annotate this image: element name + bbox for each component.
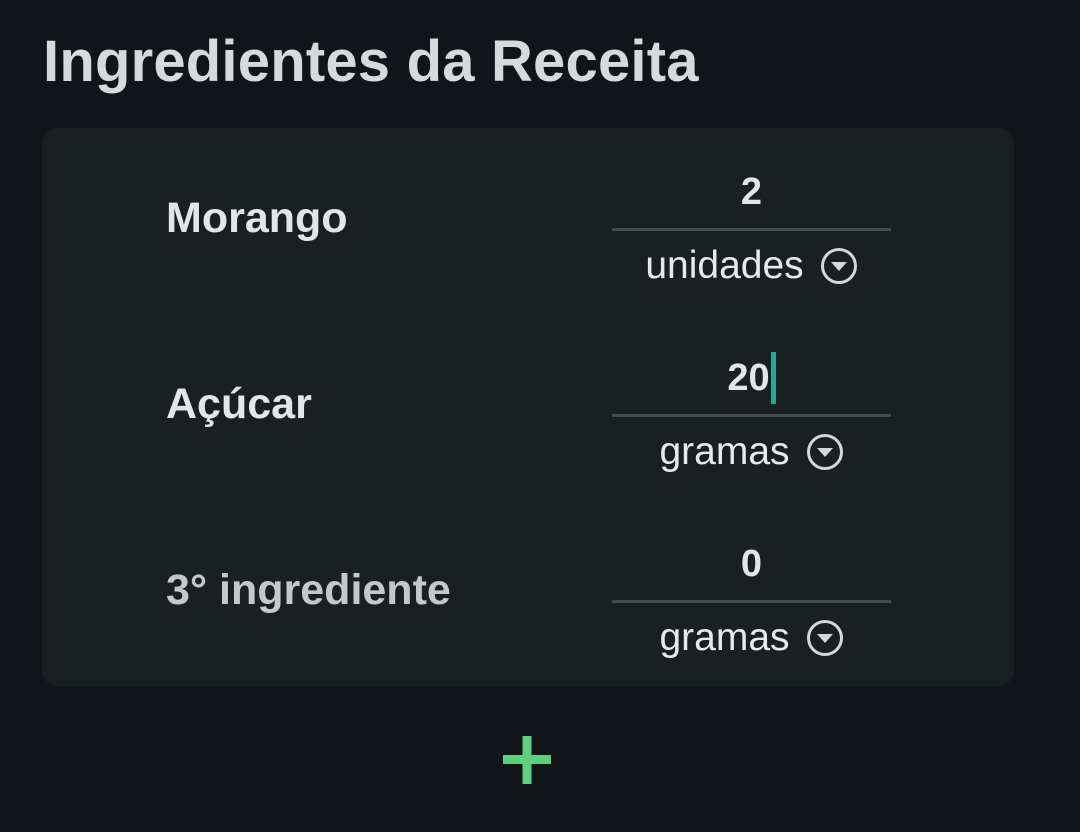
unit-dropdown[interactable]: unidades: [612, 240, 891, 292]
quantity-value: 20: [727, 352, 776, 404]
ingredient-row: Morango 2 unidades: [42, 128, 1014, 314]
unit-dropdown[interactable]: gramas: [612, 426, 891, 478]
quantity-input[interactable]: 0: [612, 534, 891, 603]
ingredient-name-placeholder[interactable]: 3° ingrediente: [166, 566, 451, 615]
unit-label: unidades: [645, 244, 804, 287]
unit-label: gramas: [659, 430, 790, 473]
chevron-down-circle-icon: [806, 434, 843, 470]
ingredient-row: 3° ingrediente 0 gramas: [42, 500, 1014, 686]
recipe-ingredients-screen: Ingredientes da Receita Morango 2 unidad…: [0, 0, 1080, 832]
ingredients-card: Morango 2 unidades Açúcar 20 gramas 3° i…: [42, 128, 1014, 686]
ingredient-row: Açúcar 20 gramas: [42, 314, 1014, 500]
plus-icon: [503, 736, 551, 784]
quantity-value: 2: [740, 171, 763, 213]
quantity-input[interactable]: 2: [612, 162, 891, 231]
unit-dropdown[interactable]: gramas: [612, 612, 891, 664]
page-title: Ingredientes da Receita: [43, 29, 699, 94]
ingredient-name: Açúcar: [166, 380, 312, 428]
ingredient-name: Morango: [166, 194, 348, 242]
quantity-input[interactable]: 20: [612, 348, 891, 417]
add-ingredient-button[interactable]: [499, 732, 555, 788]
chevron-down-circle-icon: [806, 620, 843, 656]
chevron-down-circle-icon: [820, 248, 857, 284]
unit-label: gramas: [659, 616, 790, 659]
quantity-value: 0: [740, 543, 763, 585]
